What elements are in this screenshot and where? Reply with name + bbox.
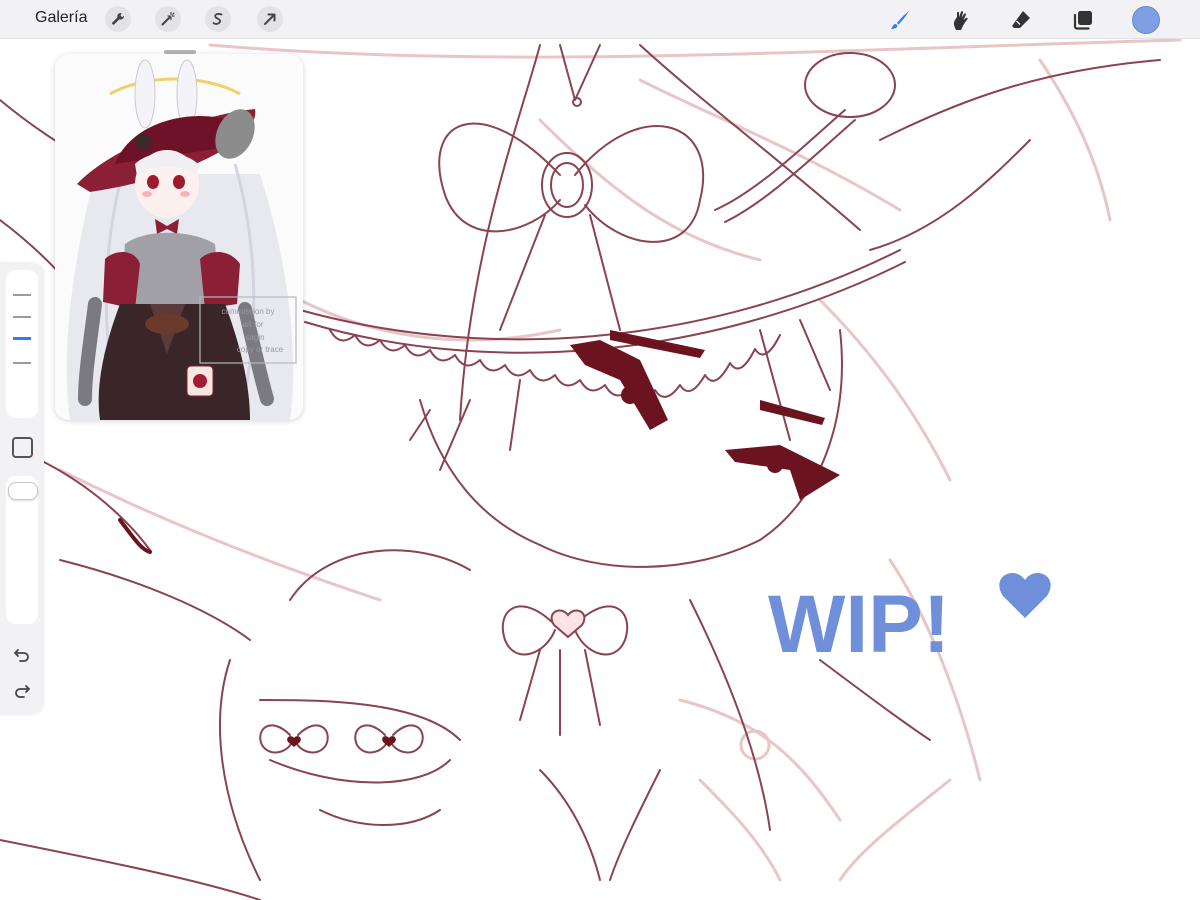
brush-icon <box>891 11 909 29</box>
reference-window[interactable]: commission by art for sagin copy or trac… <box>55 54 303 420</box>
actions-button[interactable] <box>105 6 131 32</box>
selection-button[interactable] <box>205 6 231 32</box>
wip-annotation: WIP! <box>768 579 950 670</box>
watermark-line-4: copy or trace <box>237 345 284 354</box>
layers-button[interactable] <box>1069 6 1097 34</box>
paint-tool-button[interactable] <box>886 6 914 34</box>
reference-image: commission by art for sagin copy or trac… <box>55 54 303 420</box>
redo-button[interactable] <box>11 680 33 702</box>
brush-opacity-slider[interactable] <box>6 476 38 624</box>
erase-tool-button[interactable] <box>1007 6 1035 34</box>
accent-stroke <box>118 518 152 554</box>
size-tick <box>13 362 31 364</box>
heart-ornament <box>550 609 586 639</box>
smudge-icon <box>953 11 968 30</box>
brush-size-slider[interactable] <box>6 270 38 418</box>
selection-icon <box>212 13 223 25</box>
modify-button[interactable] <box>12 437 33 458</box>
watermark-line-2: art for <box>243 320 264 329</box>
eraser-icon <box>1012 11 1030 28</box>
magic-wand-icon <box>161 11 175 26</box>
undo-icon <box>14 649 29 662</box>
watermark-line-1: commission by <box>222 307 275 316</box>
left-sidebar <box>0 262 44 714</box>
brush-opacity-thumb[interactable] <box>8 482 38 500</box>
gallery-button[interactable]: Galería <box>35 9 87 27</box>
size-tick <box>13 294 31 296</box>
layers-icon <box>1073 11 1092 30</box>
redo-icon <box>15 685 30 698</box>
transform-button[interactable] <box>257 6 283 32</box>
wip-heart-icon <box>999 573 1051 618</box>
adjustments-button[interactable] <box>155 6 181 32</box>
watermark-line-3: sagin <box>245 333 264 342</box>
brush-size-thumb[interactable] <box>13 337 31 340</box>
top-toolbar: Galería <box>0 0 1200 39</box>
arrow-cursor-icon <box>264 13 276 25</box>
undo-button[interactable] <box>11 644 33 666</box>
color-picker-button[interactable] <box>1132 6 1160 34</box>
size-tick <box>13 316 31 318</box>
wrench-icon <box>112 12 125 25</box>
smudge-tool-button[interactable] <box>946 6 974 34</box>
